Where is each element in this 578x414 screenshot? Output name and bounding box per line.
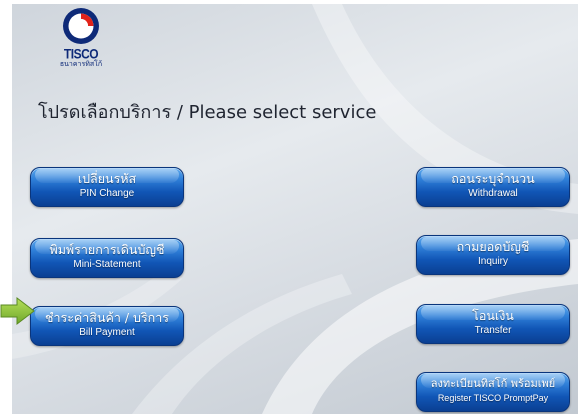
right-arrow-icon: [0, 296, 35, 326]
bill-payment-button[interactable]: ชำระค่าสินค้า / บริการ Bill Payment: [30, 306, 184, 346]
button-thai-label: ลงทะเบียนทิสโก้ พร้อมเพย์: [430, 377, 556, 390]
tisco-logo-icon: [63, 8, 99, 44]
atm-screen: TISCO ธนาคารทิสโก้ โปรดเลือกบริการ / Ple…: [12, 4, 578, 414]
brand-logo: TISCO ธนาคารทิสโก้: [50, 6, 112, 69]
page-title: โปรดเลือกบริการ / Please select service: [38, 102, 377, 123]
mini-statement-button[interactable]: พิมพ์รายการเดินบัญชี Mini-Statement: [30, 238, 184, 278]
button-english-label: Inquiry: [477, 256, 508, 267]
button-english-label: Withdrawal: [468, 188, 518, 199]
pin-change-button[interactable]: เปลี่ยนรหัส PIN Change: [30, 167, 184, 207]
button-english-label: Mini-Statement: [73, 259, 141, 270]
transfer-button[interactable]: โอนเงิน Transfer: [416, 304, 570, 344]
button-english-label: Register TISCO PromptPay: [437, 393, 549, 403]
button-thai-label: เปลี่ยนรหัส: [77, 171, 137, 186]
button-thai-label: พิมพ์รายการเดินบัญชี: [49, 242, 165, 257]
brand-name: TISCO: [63, 45, 99, 63]
button-thai-label: ถามยอดบัญชี: [456, 239, 530, 254]
button-thai-label: ถอนระบุจำนวน: [451, 171, 535, 186]
button-thai-label: ชำระค่าสินค้า / บริการ: [45, 310, 169, 325]
inquiry-button[interactable]: ถามยอดบัญชี Inquiry: [416, 235, 570, 275]
button-english-label: Bill Payment: [79, 327, 135, 338]
button-thai-label: โอนเงิน: [472, 308, 514, 323]
withdrawal-button[interactable]: ถอนระบุจำนวน Withdrawal: [416, 167, 570, 207]
button-english-label: PIN Change: [79, 188, 135, 199]
button-english-label: Transfer: [474, 325, 512, 336]
register-promptpay-button[interactable]: ลงทะเบียนทิสโก้ พร้อมเพย์ Register TISCO…: [416, 372, 570, 412]
